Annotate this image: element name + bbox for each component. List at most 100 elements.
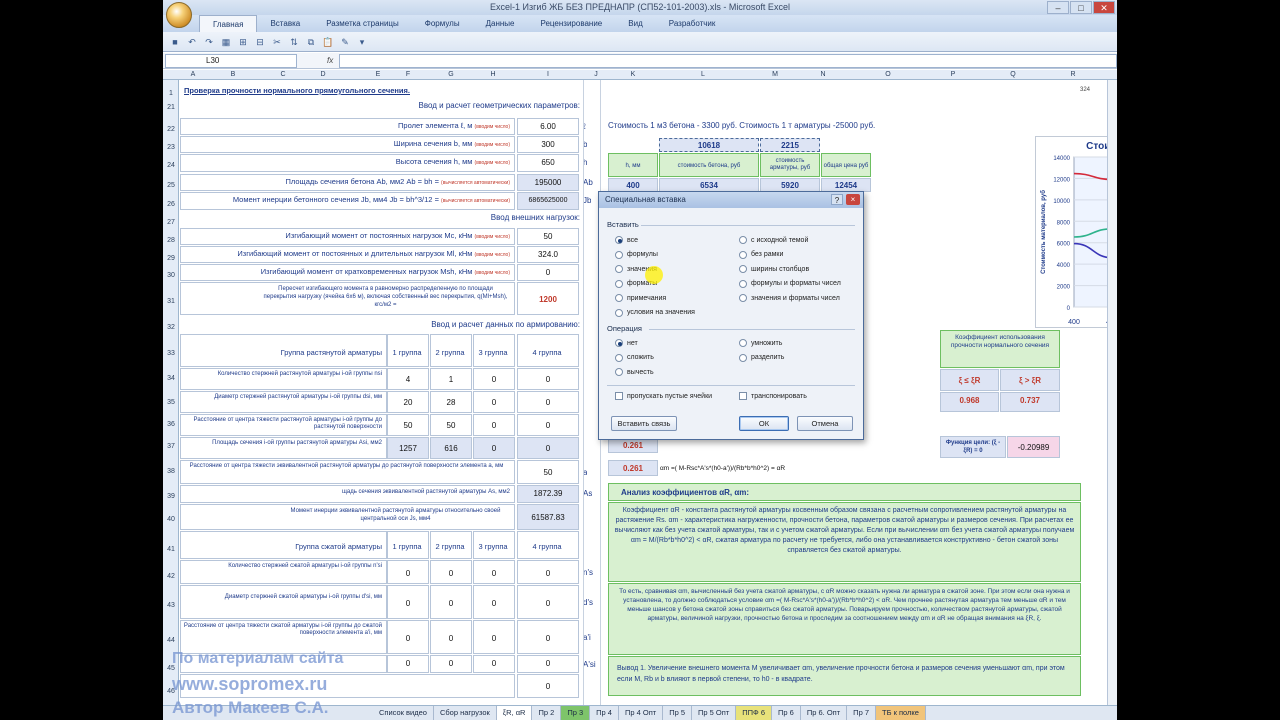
maximize-icon[interactable]: □: [1070, 1, 1092, 14]
rebar-cell[interactable]: 0: [517, 414, 579, 436]
rebar-cell[interactable]: 1257: [387, 437, 429, 459]
sort-icon[interactable]: ⇅: [288, 36, 300, 48]
rebar-cell[interactable]: 0: [473, 414, 515, 436]
rebar-cell[interactable]: 0: [517, 391, 579, 413]
vertical-scrollbar[interactable]: [1107, 80, 1117, 705]
sheet-tab[interactable]: Пр 4 Опт: [619, 706, 664, 720]
ribbon-tab[interactable]: Данные: [473, 15, 528, 32]
ok-button[interactable]: ОК: [739, 416, 789, 431]
operation-radio[interactable]: нет: [615, 339, 638, 347]
equiv-inertia-value[interactable]: 61587.83: [517, 504, 579, 530]
fx-icon[interactable]: fx: [327, 56, 333, 65]
sheet-tab[interactable]: Пр 4: [590, 706, 619, 720]
sheet-tab[interactable]: Сбор нагрузок: [434, 706, 497, 720]
alpha-value-2[interactable]: 0.261: [608, 460, 658, 476]
paste-option-radio[interactable]: формулы: [615, 250, 658, 259]
cut-icon[interactable]: ✂: [271, 36, 283, 48]
coef-value-2[interactable]: 0.737: [1000, 392, 1060, 412]
operation-radio[interactable]: разделить: [739, 353, 784, 362]
rebar-cell[interactable]: 616: [430, 437, 472, 459]
sheet-tab[interactable]: Пр 6: [772, 706, 801, 720]
dialog-close-icon[interactable]: ×: [846, 194, 860, 205]
paste-icon[interactable]: 📋: [322, 36, 334, 48]
rebar-cell[interactable]: 0: [473, 368, 515, 390]
merge-icon[interactable]: ⊟: [254, 36, 266, 48]
area-value[interactable]: 195000: [517, 174, 579, 191]
save-icon[interactable]: ■: [169, 36, 181, 48]
ribbon-tab[interactable]: Главная: [199, 15, 258, 32]
ribbon-tab[interactable]: Рецензирование: [527, 15, 615, 32]
filter-icon[interactable]: ▾: [356, 36, 368, 48]
paste-option-radio[interactable]: значения и форматы чисел: [739, 294, 840, 302]
rebar-cell[interactable]: 0: [473, 437, 515, 459]
rebar-cell[interactable]: 1: [430, 368, 472, 390]
ribbon-tab[interactable]: Разметка страницы: [313, 15, 412, 32]
paste-link-button[interactable]: Вставить связь: [611, 416, 677, 431]
sheet-tab[interactable]: ТБ к полке: [876, 706, 926, 720]
sheet-tab[interactable]: Список видео: [373, 706, 434, 720]
formula-input[interactable]: [339, 53, 1117, 68]
paste-option-radio[interactable]: условия на значения: [615, 308, 695, 317]
paste-option-radio[interactable]: формулы и форматы чисел: [739, 279, 841, 288]
operation-radio[interactable]: вычесть: [615, 368, 654, 376]
grid-icon[interactable]: ⊞: [237, 36, 249, 48]
height-value[interactable]: 650: [517, 154, 579, 172]
comp-rebar-cell[interactable]: 0: [430, 620, 472, 654]
span-value[interactable]: 6.00: [517, 118, 579, 135]
moment1-value[interactable]: 50: [517, 228, 579, 245]
rebar-cell[interactable]: 4: [387, 368, 429, 390]
coef-value-1[interactable]: 0.968: [940, 392, 999, 412]
equiv-dist-value[interactable]: 50: [517, 460, 579, 484]
sheet-tab[interactable]: Пр 6. Опт: [801, 706, 848, 720]
transpose-checkbox[interactable]: транспонировать: [739, 392, 807, 400]
operation-radio[interactable]: сложить: [615, 353, 654, 362]
name-box[interactable]: L30: [165, 53, 297, 68]
sheet-tab[interactable]: ξR, αR: [496, 706, 533, 720]
paste-option-radio[interactable]: все: [615, 236, 638, 244]
recalc-value[interactable]: 1200: [517, 282, 579, 315]
sheet-tab[interactable]: Пр 3: [561, 706, 591, 720]
sheet-tab[interactable]: Пр 2: [532, 706, 562, 720]
comp-rebar-cell[interactable]: 0: [387, 585, 429, 619]
cancel-button[interactable]: Отмена: [797, 416, 853, 431]
comp-rebar-cell[interactable]: 0: [517, 560, 579, 584]
comp-rebar-cell[interactable]: 0: [517, 585, 579, 619]
comp-rebar-cell[interactable]: 0: [517, 620, 579, 654]
comp-rebar-cell[interactable]: 0: [430, 560, 472, 584]
office-button-icon[interactable]: [166, 2, 192, 28]
copy-icon[interactable]: ⧉: [305, 36, 317, 48]
ribbon-tab[interactable]: Вставка: [257, 15, 313, 32]
paste-option-radio[interactable]: с исходной темой: [739, 236, 808, 244]
paste-option-radio[interactable]: без рамки: [739, 250, 783, 259]
rebar-cell[interactable]: 0: [517, 437, 579, 459]
borders-icon[interactable]: ▦: [220, 36, 232, 48]
sheet-tab[interactable]: ППФ 6: [736, 706, 773, 720]
rebar-cell[interactable]: 50: [430, 414, 472, 436]
func-value[interactable]: -0.20989: [1007, 436, 1060, 458]
ribbon-tab[interactable]: Вид: [615, 15, 655, 32]
equiv-area-value[interactable]: 1872.39: [517, 485, 579, 503]
width-value[interactable]: 300: [517, 136, 579, 153]
minimize-icon[interactable]: –: [1047, 1, 1069, 14]
comp-rebar-cell[interactable]: 0: [387, 560, 429, 584]
sheet-tab[interactable]: Пр 7: [847, 706, 876, 720]
rebar-cell[interactable]: 20: [387, 391, 429, 413]
comp-rebar-cell[interactable]: 0: [473, 620, 515, 654]
format-painter-icon[interactable]: ✎: [339, 36, 351, 48]
inertia-value[interactable]: 6865625000: [517, 192, 579, 210]
moment3-value[interactable]: 0: [517, 264, 579, 281]
comp-rebar-cell[interactable]: 0: [473, 560, 515, 584]
undo-icon[interactable]: ↶: [186, 36, 198, 48]
comp-rebar-cell[interactable]: 0: [473, 585, 515, 619]
cost-header-2[interactable]: 2215: [760, 138, 820, 152]
ribbon-tab[interactable]: Формулы: [412, 15, 473, 32]
sheet-tab[interactable]: Пр 5 Опт: [692, 706, 737, 720]
cost-chart[interactable]: Стоимость материалов, руб 0 2000 4000 6000 80…: [1035, 136, 1117, 328]
moment2-value[interactable]: 324.0: [517, 246, 579, 263]
paste-option-radio[interactable]: ширины столбцов: [739, 265, 809, 273]
operation-radio[interactable]: умножить: [739, 339, 782, 347]
paste-option-radio[interactable]: примечания: [615, 294, 666, 302]
cost-header-1[interactable]: 10618: [659, 138, 759, 152]
skip-blanks-checkbox[interactable]: пропускать пустые ячейки: [615, 392, 712, 400]
comp-rebar-cell[interactable]: 0: [387, 620, 429, 654]
